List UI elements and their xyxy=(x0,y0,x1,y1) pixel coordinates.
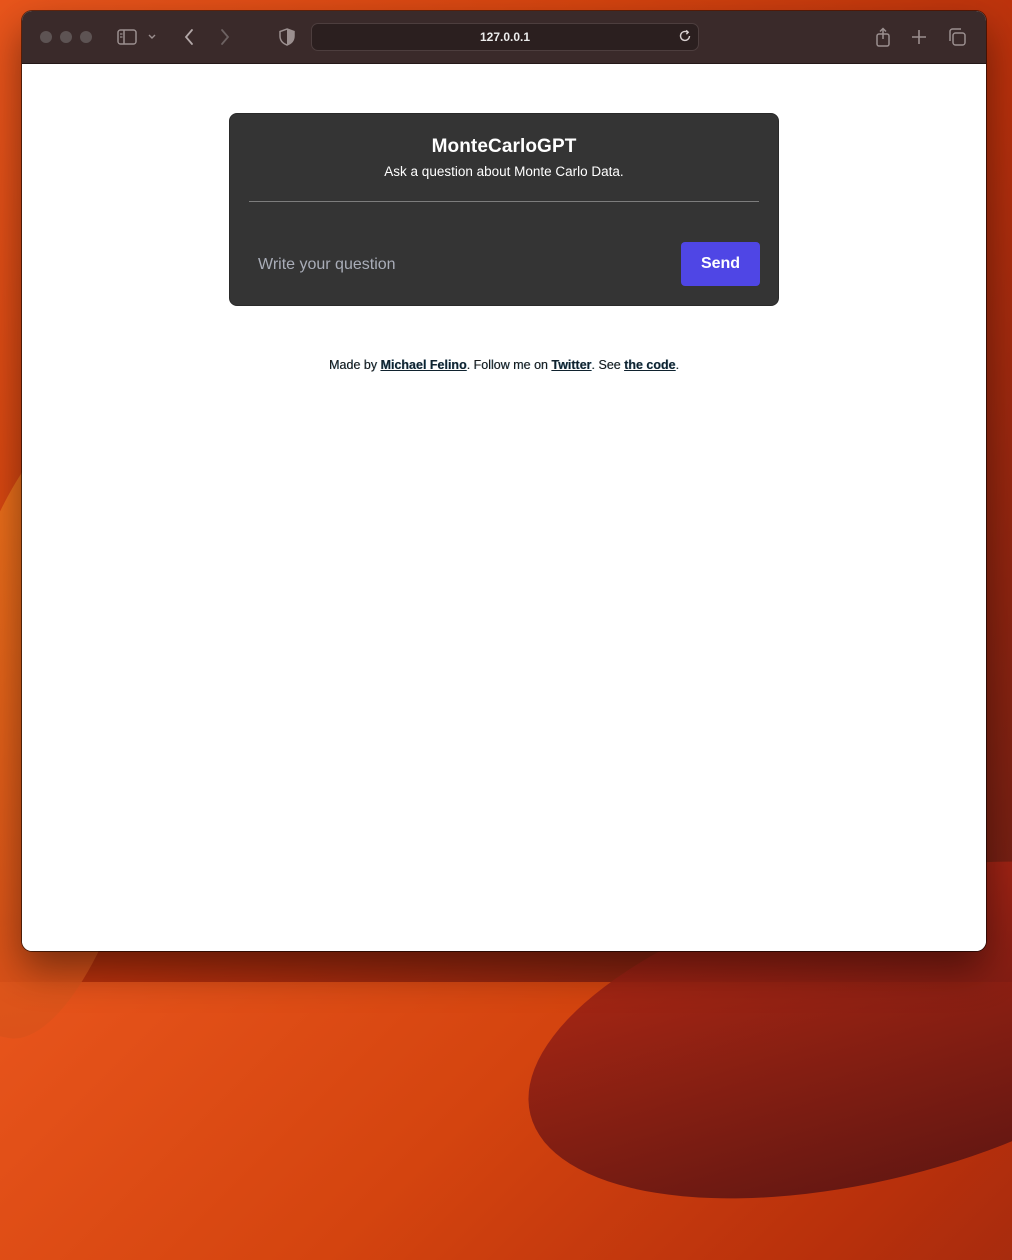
address-bar[interactable]: 127.0.0.1 xyxy=(311,23,699,51)
footer-follow-text: . Follow me on xyxy=(466,358,548,372)
new-tab-plus-icon[interactable] xyxy=(908,26,930,48)
browser-toolbar: 127.0.0.1 xyxy=(22,11,986,64)
window-controls xyxy=(40,31,92,43)
footer-see-text: . See xyxy=(591,358,621,372)
footer: Made by Michael Felino. Follow me on Twi… xyxy=(22,358,986,372)
footer-made-by: Made by xyxy=(329,358,377,372)
footer-end: . xyxy=(675,358,679,372)
sidebar-icon[interactable] xyxy=(116,26,138,48)
app-subtitle: Ask a question about Monte Carlo Data. xyxy=(384,164,624,179)
send-button[interactable]: Send xyxy=(681,242,760,286)
app-title: MonteCarloGPT xyxy=(431,136,577,157)
forward-arrow-icon[interactable] xyxy=(214,26,236,48)
minimize-window-button[interactable] xyxy=(60,31,72,43)
share-icon[interactable] xyxy=(872,26,894,48)
divider xyxy=(249,201,759,202)
browser-window: 127.0.0.1 MonteCarloGPT Ask a question a… xyxy=(22,11,986,951)
page-content: MonteCarloGPT Ask a question about Monte… xyxy=(22,64,986,951)
privacy-shield-icon[interactable] xyxy=(276,26,298,48)
twitter-link[interactable]: Twitter xyxy=(551,358,591,372)
tabs-overview-icon[interactable] xyxy=(946,26,968,48)
url-text: 127.0.0.1 xyxy=(479,30,531,44)
reload-icon[interactable] xyxy=(678,29,692,46)
question-input[interactable] xyxy=(250,243,650,287)
author-link[interactable]: Michael Felino xyxy=(380,358,466,372)
zoom-window-button[interactable] xyxy=(80,31,92,43)
chevron-down-icon[interactable] xyxy=(145,26,159,48)
chat-card: MonteCarloGPT Ask a question about Monte… xyxy=(229,113,779,306)
close-window-button[interactable] xyxy=(40,31,52,43)
back-arrow-icon[interactable] xyxy=(178,26,200,48)
code-link[interactable]: the code xyxy=(624,358,675,372)
